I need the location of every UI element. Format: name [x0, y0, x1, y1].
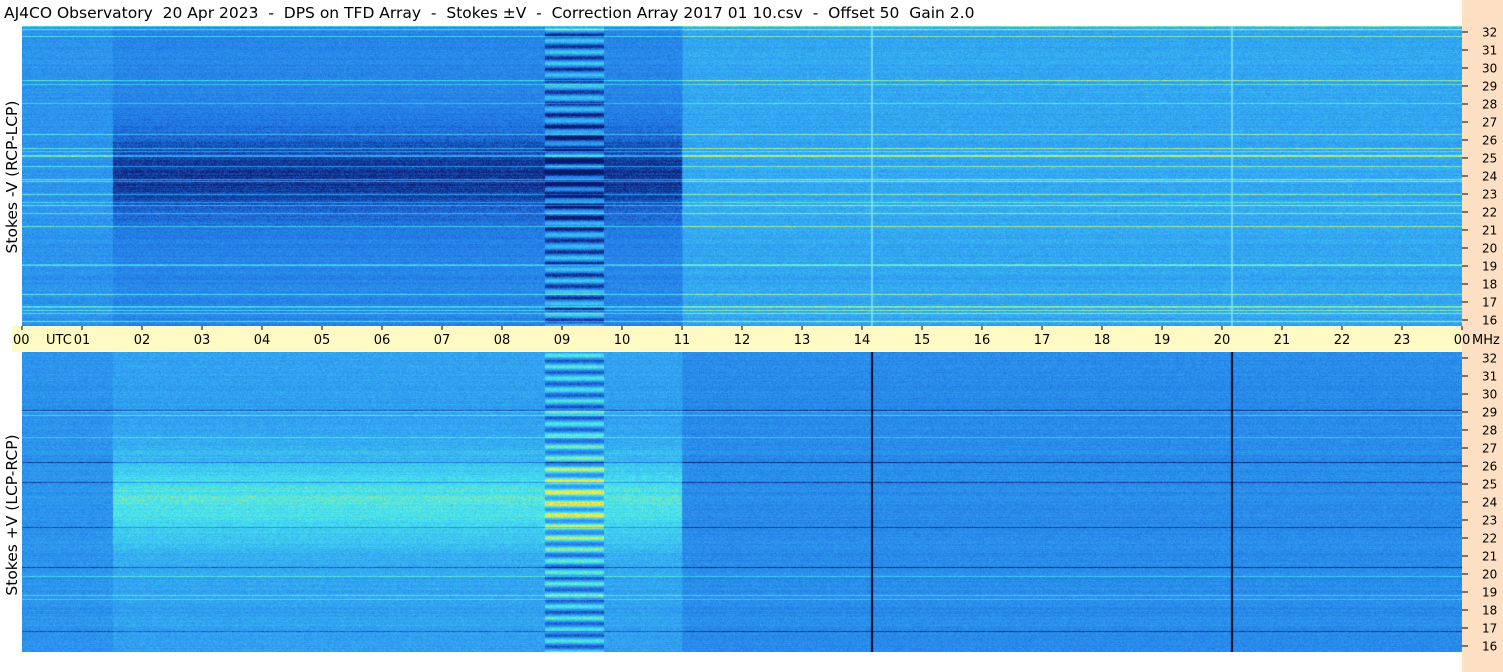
top-spectrogram-panel — [22, 26, 1462, 326]
bottom-spectrogram-panel — [22, 352, 1462, 652]
time-axis — [12, 326, 1462, 352]
chart-title: AJ4CO Observatory 20 Apr 2023 - DPS on T… — [4, 4, 975, 22]
top-panel-ylabel: Stokes -V (RCP-LCP) — [3, 100, 21, 254]
bottom-spectrogram — [22, 352, 1462, 652]
top-spectrogram — [22, 26, 1462, 326]
frequency-axis-strip — [1462, 0, 1503, 672]
bottom-panel-ylabel: Stokes +V (LCP-RCP) — [3, 434, 21, 596]
